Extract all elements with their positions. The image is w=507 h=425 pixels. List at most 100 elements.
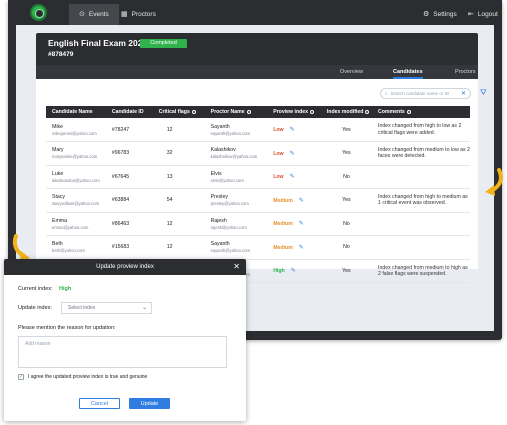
current-index-value: High bbox=[59, 286, 72, 292]
edit-icon[interactable]: ✎ bbox=[290, 174, 295, 180]
comment-cell: Index changed from high to low as 2 crit… bbox=[372, 118, 470, 142]
table-row[interactable]: Mike mikejames@yahoo.com #78247 12 Sayanth sa… bbox=[46, 118, 470, 142]
candidate-name: Luke bbox=[52, 170, 64, 177]
nav-tab-events-label: Events bbox=[88, 11, 109, 18]
proctor-cell: Sayanthsayanth@yahoo.com bbox=[204, 118, 268, 142]
filter-icon[interactable]: ⛛ bbox=[480, 88, 487, 98]
index-modified: No bbox=[320, 212, 372, 236]
comment-text: Index changed from high to medium as 1 c… bbox=[378, 194, 468, 207]
proctor-email: sayanth@yahoo.com bbox=[210, 130, 251, 136]
table-row[interactable]: Luke lukebrandon@yahoo.com #67645 13 Elvis el… bbox=[46, 165, 470, 189]
update-index-label: Update index: bbox=[18, 305, 52, 311]
proctor-cell: Elvis elvis@yahoo.com bbox=[204, 165, 268, 189]
update-button[interactable]: Update bbox=[129, 398, 170, 409]
candidates-panel: ⌕ Search candidate name or ID ✕ ⛛ Candid… bbox=[36, 79, 487, 283]
edit-icon[interactable]: ✎ bbox=[299, 198, 304, 204]
comment-cell: Index changed from medium to low as 2 fa… bbox=[372, 141, 470, 166]
proctor-name: Elvis bbox=[210, 170, 222, 177]
table-row[interactable]: Mary marysamie@yahoo.com #96783 32 Kalashiko… bbox=[46, 141, 470, 166]
column-header-candidate-id[interactable]: Candidate ID bbox=[105, 106, 153, 118]
search-input[interactable]: ⌕ Search candidate name or ID ✕ bbox=[380, 88, 471, 99]
index-select[interactable]: Select index ⌄ bbox=[61, 302, 152, 314]
tab-candidates[interactable]: Candidates bbox=[393, 67, 423, 79]
tab-proctors[interactable]: Proctors bbox=[455, 67, 475, 79]
events-icon: ⊙ bbox=[79, 11, 85, 18]
column-header-critical-flags[interactable]: Critical flags bbox=[152, 106, 205, 118]
proctor-name: Kalashikov bbox=[210, 147, 236, 154]
exam-subtabs: Overview Candidates Proctors bbox=[36, 65, 478, 79]
table-row[interactable]: Stacy stacywilliam@yahoo.com #63884 54 Presl… bbox=[46, 188, 470, 213]
close-icon[interactable]: ✕ bbox=[233, 259, 240, 275]
index-select-placeholder: Select index bbox=[68, 305, 96, 311]
proctor-cell: Kalashikov kalashnikov@yahoo.com bbox=[204, 141, 268, 166]
edit-icon[interactable]: ✎ bbox=[291, 268, 296, 274]
critical-flags: 13 bbox=[152, 165, 205, 189]
info-icon bbox=[191, 109, 196, 114]
candidate-name: Mike bbox=[52, 123, 63, 130]
nav-tab-proctors[interactable]: ▦ Proctors bbox=[111, 4, 166, 25]
exam-header: English Final Exam 2020 #878479 Complete… bbox=[36, 33, 478, 79]
critical-flags: 54 bbox=[152, 188, 205, 213]
clear-search-icon[interactable]: ✕ bbox=[461, 90, 466, 97]
candidate-email: marysamie@yahoo.com bbox=[52, 154, 98, 160]
column-header-candidate-name[interactable]: Candidate Name bbox=[46, 106, 106, 118]
agree-checkbox-row[interactable]: ✓ I agree the updated proview index is t… bbox=[18, 374, 147, 380]
edit-icon[interactable]: ✎ bbox=[290, 127, 295, 133]
comment-cell bbox=[372, 165, 470, 189]
proctor-email: elvis@yahoo.com bbox=[210, 177, 244, 183]
column-header-proctor-name[interactable]: Proctor Name bbox=[204, 106, 268, 118]
info-icon bbox=[406, 109, 411, 114]
critical-flags: 12 bbox=[152, 212, 205, 236]
comment-cell bbox=[372, 235, 470, 260]
edit-icon[interactable]: ✎ bbox=[299, 245, 304, 251]
comment-text: Index changed from medium to low as 2 fa… bbox=[378, 147, 470, 160]
edit-icon[interactable]: ✎ bbox=[290, 151, 295, 157]
candidate-cell: Luke lukebrandon@yahoo.com bbox=[46, 165, 106, 189]
cancel-button[interactable]: Cancel bbox=[79, 398, 120, 409]
search-placeholder: Search candidate name or ID bbox=[390, 91, 450, 96]
gear-icon: ⚙ bbox=[423, 11, 430, 18]
proctor-email: sayanth@yahoo.com bbox=[210, 248, 251, 254]
table-row[interactable]: Beth beth@yahoo.com #15683 12 Sayanth sayanth… bbox=[46, 235, 470, 260]
critical-flags-label: Critical flags bbox=[158, 109, 190, 115]
candidate-cell: Mary marysamie@yahoo.com bbox=[46, 141, 106, 166]
candidate-email: emma@yahoo.com bbox=[52, 224, 89, 230]
agree-checkbox[interactable]: ✓ bbox=[18, 374, 24, 380]
proview-index-value: Low bbox=[273, 127, 284, 133]
table-row[interactable]: Emma emma@yahoo.com #86463 12 Rajesh rajesh@y… bbox=[46, 212, 470, 236]
settings-button[interactable]: ⚙ Settings bbox=[423, 4, 457, 25]
candidate-cell: Stacy stacywilliam@yahoo.com bbox=[46, 188, 106, 213]
proview-index-cell: High ✎ bbox=[267, 259, 321, 283]
proctor-cell: Rajesh rajesh@yahoo.com bbox=[204, 212, 268, 236]
proctor-name: Sayanth bbox=[210, 241, 230, 248]
modal-header: Update proview index ✕ bbox=[4, 259, 246, 275]
candidate-cell: Emma emma@yahoo.com bbox=[46, 212, 106, 236]
edit-icon[interactable]: ✎ bbox=[299, 221, 304, 227]
status-badge: Completed bbox=[140, 39, 187, 48]
modal-title: Update proview index bbox=[96, 264, 154, 270]
logout-button[interactable]: ⇤ Logout bbox=[468, 4, 498, 25]
candidate-name: Mary bbox=[52, 147, 64, 154]
column-header-comments[interactable]: Comments bbox=[372, 106, 470, 118]
candidate-email: stacywilliam@yahoo.com bbox=[52, 201, 100, 207]
column-header-index-modified[interactable]: Index modified bbox=[320, 106, 372, 118]
index-modified: Yes bbox=[320, 188, 372, 213]
chevron-down-icon: ⌄ bbox=[141, 305, 147, 311]
tab-overview[interactable]: Overview bbox=[340, 67, 363, 79]
reason-textarea[interactable]: Add reason bbox=[18, 336, 227, 368]
critical-flags: 12 bbox=[152, 235, 205, 260]
brand-logo-icon[interactable] bbox=[30, 4, 47, 21]
column-header-proview-index[interactable]: Proview index bbox=[267, 106, 321, 118]
nav-tab-proctors-label: Proctors bbox=[131, 11, 156, 18]
candidate-id: #96783 bbox=[105, 141, 153, 166]
proctor-cell: Presley presley@yahoo.com bbox=[204, 188, 268, 213]
candidate-cell: Mike mikejames@yahoo.com bbox=[46, 118, 106, 142]
top-navigation-bar: ⊙ Events ▦ Proctors ⚙ Settings ⇤ Logout bbox=[8, 0, 502, 25]
candidate-id: #67645 bbox=[105, 165, 153, 189]
comment-text: Index changed from medium to high as 2 f… bbox=[378, 264, 468, 277]
proview-index-value: Low bbox=[273, 174, 284, 181]
candidate-cell: Beth beth@yahoo.com bbox=[46, 235, 106, 260]
proview-index-label: Proview index bbox=[273, 109, 309, 115]
index-modified: No bbox=[320, 165, 372, 189]
candidate-id: #15683 bbox=[105, 235, 153, 260]
